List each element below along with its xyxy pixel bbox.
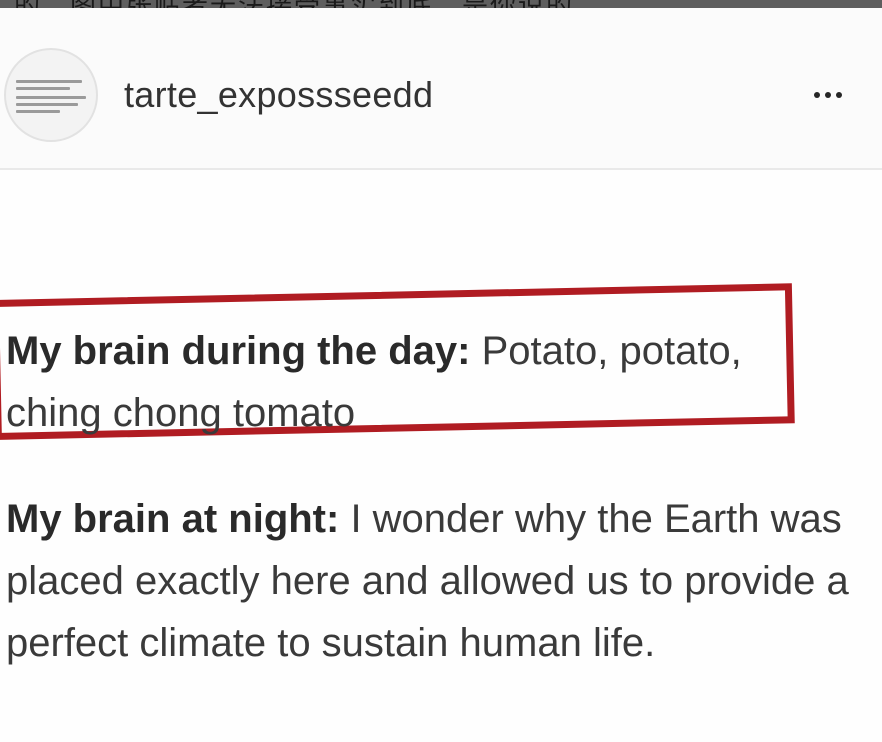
username[interactable]: tarte_expossseedd bbox=[124, 74, 433, 116]
post-header: tarte_expossseedd bbox=[0, 8, 882, 168]
more-options-button[interactable] bbox=[800, 80, 856, 110]
more-horizontal-icon bbox=[814, 92, 820, 98]
cropped-caption-text: 的…图中张贴者无法接受事实到底，是你说的。 bbox=[14, 0, 602, 8]
avatar[interactable] bbox=[4, 48, 98, 142]
post-image: My brain during the day: Potato, potato,… bbox=[0, 170, 882, 742]
night-brain-paragraph: My brain at night: I wonder why the Eart… bbox=[6, 488, 882, 674]
top-cropped-caption: 的…图中张贴者无法接受事实到底，是你说的。 bbox=[0, 0, 882, 8]
night-brain-label: My brain at night: bbox=[6, 497, 340, 541]
day-brain-label: My brain during the day: bbox=[6, 329, 471, 373]
instagram-post-screenshot: 的…图中张贴者无法接受事实到底，是你说的。 tarte_expossseedd … bbox=[0, 0, 882, 742]
day-brain-paragraph: My brain during the day: Potato, potato,… bbox=[6, 320, 796, 444]
